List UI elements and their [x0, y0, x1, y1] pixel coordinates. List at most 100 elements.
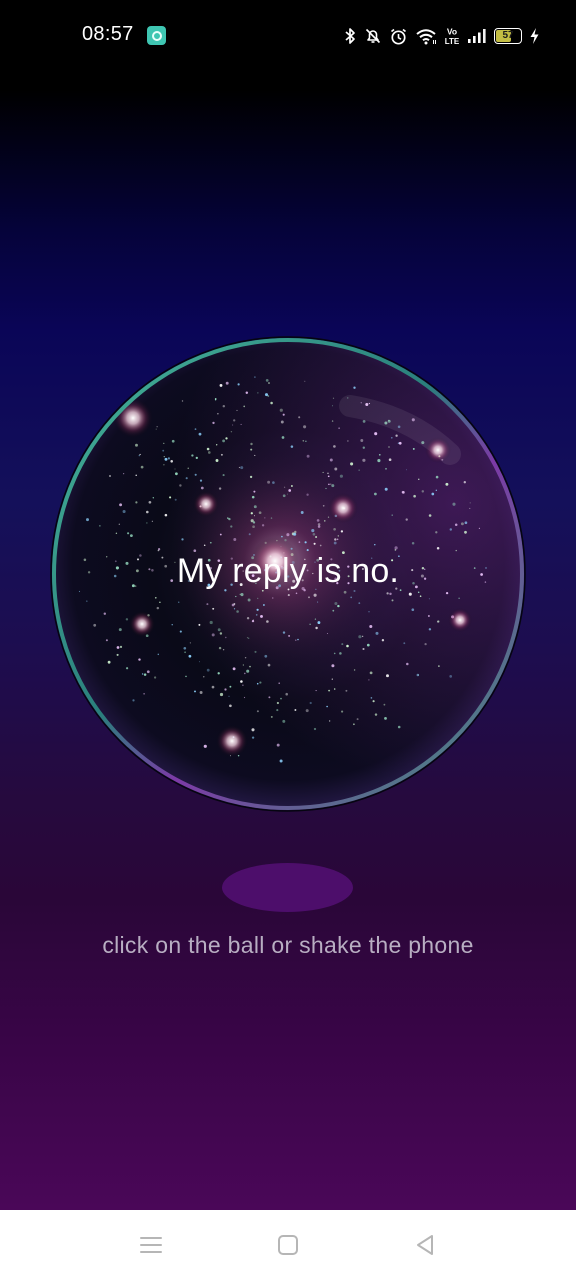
ball-particle: [473, 567, 476, 569]
ball-particle: [191, 454, 194, 457]
ball-light-orb: [251, 537, 299, 585]
ball-particle: [203, 544, 206, 547]
ball-particle: [304, 541, 307, 544]
ball-particle: [301, 579, 304, 582]
ball-particle: [288, 489, 292, 492]
ball-particle: [280, 697, 282, 700]
ball-particle: [312, 533, 316, 536]
ball-particle: [292, 579, 296, 583]
ball-particle: [148, 568, 151, 571]
ball-particle: [146, 510, 149, 514]
ball-particle: [305, 709, 309, 713]
ball-particle: [264, 654, 268, 658]
ball-particle: [340, 530, 344, 533]
ball-particle: [282, 413, 285, 416]
ball-particle: [460, 522, 464, 526]
ball-particle: [286, 533, 290, 537]
magic-ball-graphic[interactable]: [50, 336, 526, 812]
ball-particle: [207, 451, 211, 454]
ball-particle: [327, 475, 330, 478]
ball-particle: [398, 441, 402, 445]
ball-particle: [252, 521, 256, 524]
ball-particle: [306, 549, 309, 552]
ball-particle: [243, 696, 246, 699]
ball-particle: [275, 586, 279, 590]
ball-particle: [219, 533, 222, 536]
ball-particle: [366, 643, 370, 647]
ball-particle: [131, 584, 135, 588]
menu-button[interactable]: [136, 1230, 166, 1260]
ball-particle: [146, 670, 150, 674]
ball-particle: [163, 464, 165, 466]
ball-particle: [428, 598, 430, 600]
ball-particle: [314, 561, 316, 563]
ball-particle: [132, 699, 135, 702]
ball-particle: [260, 614, 263, 618]
home-button[interactable]: [273, 1230, 303, 1260]
ball-particle: [411, 569, 414, 572]
ball-particle: [458, 597, 460, 599]
magic-ball[interactable]: [50, 336, 526, 812]
ball-particle: [347, 565, 350, 568]
ball-particle: [134, 585, 137, 587]
ball-particle: [199, 691, 203, 694]
ball-particle: [163, 456, 165, 458]
ball-particle: [324, 520, 326, 522]
ball-particle: [207, 558, 211, 562]
ball-particle: [368, 611, 370, 613]
ball-light-orb: [113, 398, 153, 438]
back-button[interactable]: [410, 1230, 440, 1260]
ball-particle: [353, 386, 356, 389]
ball-particle: [463, 481, 466, 484]
back-icon: [417, 1235, 433, 1255]
ball-particle: [217, 628, 221, 632]
ball-particle: [155, 428, 157, 430]
ball-particle: [135, 501, 138, 504]
ball-particle: [326, 632, 329, 635]
ball-particle: [154, 596, 157, 599]
ball-particle: [185, 675, 187, 678]
ball-particle: [183, 646, 187, 650]
ball-particle: [198, 623, 201, 626]
ball-particle: [390, 436, 393, 439]
ball-particle: [484, 581, 487, 583]
ball-particle: [230, 557, 233, 560]
ball-particle: [449, 675, 453, 678]
ball-particle: [309, 701, 312, 705]
ball-particle: [181, 538, 184, 541]
ball-particle: [330, 558, 333, 561]
ball-particle: [178, 601, 180, 603]
ball-particle: [290, 445, 294, 448]
ball-particle: [408, 592, 412, 596]
ball-particle: [309, 623, 311, 625]
ball-particle: [267, 395, 270, 397]
ball-particle: [322, 471, 324, 473]
ball-light-orb: [448, 608, 472, 632]
ball-particle: [346, 644, 349, 648]
ball-particle: [259, 681, 262, 684]
ball-particle: [361, 568, 364, 570]
ball-particle: [405, 518, 408, 521]
ball-particle: [417, 591, 420, 593]
ball-particle: [246, 617, 250, 620]
battery-icon: 57: [494, 28, 522, 44]
ball-light-orb: [328, 493, 358, 523]
ball-particle: [343, 590, 347, 594]
ball-particle: [143, 693, 145, 695]
ball-particle: [179, 630, 182, 633]
ball-particle: [423, 568, 426, 571]
ball-particle: [304, 558, 306, 561]
ball-particle: [140, 465, 144, 469]
ball-particle: [338, 427, 340, 429]
ball-particle: [368, 679, 370, 681]
ball-particle: [249, 475, 253, 479]
ball-particle: [238, 466, 240, 469]
ball-particle: [316, 519, 320, 522]
ball-particle: [285, 692, 288, 696]
ball-particle: [106, 556, 108, 558]
ball-particle: [334, 538, 337, 541]
ball-particle: [464, 521, 468, 525]
ball-particle: [256, 682, 259, 685]
ball-particle: [257, 597, 259, 600]
ball-particle: [211, 633, 215, 637]
